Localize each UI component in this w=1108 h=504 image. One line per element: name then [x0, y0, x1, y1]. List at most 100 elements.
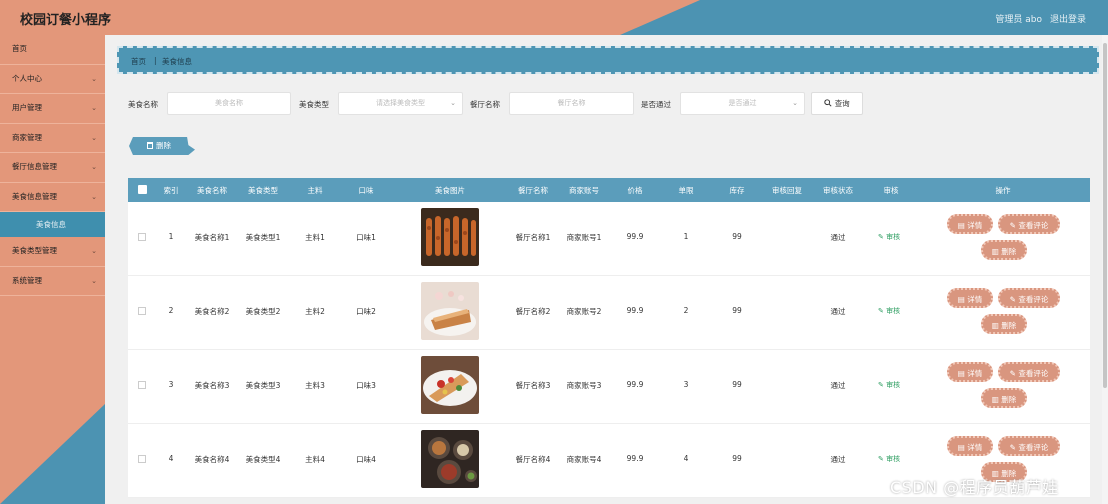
trash-icon: [147, 142, 153, 149]
sidebar-item-user-management[interactable]: 用户管理 ⌄: [0, 94, 105, 124]
sidebar-subitem-food-info[interactable]: 美食信息: [0, 212, 105, 237]
scrollbar-thumb[interactable]: [1103, 43, 1107, 388]
detail-button[interactable]: ▤ 详情: [947, 288, 993, 308]
chevron-down-icon: ⌄: [91, 276, 97, 285]
audit-link[interactable]: ✎ 审核: [878, 454, 900, 464]
food-type-placeholder: 请选择美食类型: [376, 99, 425, 107]
search-button-label: 查询: [834, 99, 850, 108]
cell-audit-status: 通过: [830, 307, 846, 316]
approved-select[interactable]: 是否通过 ⌄: [680, 92, 805, 115]
cell-limit: 2: [683, 306, 689, 315]
detail-button[interactable]: ▤ 详情: [947, 214, 993, 234]
row-checkbox[interactable]: [138, 381, 146, 389]
delete-button[interactable]: ▥ 删除: [981, 314, 1027, 334]
audit-link-label: 审核: [886, 381, 901, 389]
food-image: [421, 282, 479, 340]
sidebar-item-food-type-management[interactable]: 美食类型管理 ⌄: [0, 237, 105, 267]
cell-index: 2: [168, 306, 174, 315]
breadcrumb: 首页 | 美食信息: [117, 46, 1099, 74]
select-all-checkbox[interactable]: [138, 185, 147, 194]
audit-link[interactable]: ✎ 审核: [878, 306, 900, 316]
food-image: [421, 356, 479, 414]
col-index: 索引: [163, 186, 179, 195]
audit-link-label: 审核: [886, 307, 901, 315]
sidebar-item-label: 个人中心: [12, 73, 42, 83]
delete-button[interactable]: ▥ 删除: [981, 240, 1027, 260]
batch-delete-label: 删除: [156, 141, 171, 150]
sidebar-item-label: 系统管理: [12, 275, 42, 285]
view-comments-button[interactable]: ✎ 查看评论: [998, 288, 1060, 308]
vertical-scrollbar[interactable]: [1102, 35, 1108, 504]
view-comments-label: 查看评论: [1018, 369, 1049, 378]
restaurant-name-input[interactable]: 餐厅名称: [509, 92, 634, 115]
edit-icon: ✎: [1009, 369, 1016, 378]
approved-placeholder: 是否通过: [728, 99, 757, 107]
sidebar-item-merchant-management[interactable]: 商家管理 ⌄: [0, 124, 105, 153]
col-merchant-account: 商家账号: [569, 186, 599, 195]
sidebar-item-system-management[interactable]: 系统管理 ⌄: [0, 267, 105, 296]
document-icon: ▤: [957, 295, 965, 304]
cell-restaurant-name: 餐厅名称4: [515, 455, 551, 464]
sidebar-item-label: 首页: [12, 44, 27, 53]
food-table: 索引 美食名称 美食类型 主料 口味 美食图片 餐厅名称 商家账号 价格 单限 …: [128, 178, 1090, 498]
cell-stock: 99: [732, 454, 742, 463]
cell-index: 3: [168, 380, 174, 389]
document-icon: ▤: [957, 443, 965, 452]
row-checkbox[interactable]: [138, 455, 146, 463]
detail-button-label: 详情: [967, 295, 983, 304]
watermark: CSDN @程序员葫芦娃: [890, 478, 1059, 497]
batch-delete-button[interactable]: 删除: [129, 137, 195, 155]
view-comments-label: 查看评论: [1018, 221, 1049, 230]
sidebar-item-personal-center[interactable]: 个人中心 ⌄: [0, 65, 105, 94]
cell-food-type: 美食类型4: [245, 455, 281, 464]
audit-link[interactable]: ✎ 审核: [878, 380, 900, 390]
cell-restaurant-name: 餐厅名称2: [515, 307, 551, 316]
delete-button[interactable]: ▥ 删除: [981, 388, 1027, 408]
sidebar-item-home[interactable]: 首页: [0, 35, 105, 65]
detail-button[interactable]: ▤ 详情: [947, 362, 993, 382]
cell-merchant-account: 商家账号2: [566, 307, 602, 316]
sidebar-item-restaurant-management[interactable]: 餐厅信息管理 ⌄: [0, 153, 105, 183]
audit-link-label: 审核: [886, 233, 901, 241]
breadcrumb-home[interactable]: 首页: [131, 56, 146, 67]
cell-taste: 口味3: [356, 381, 376, 390]
col-price: 价格: [627, 186, 643, 195]
food-type-label: 美食类型: [299, 100, 329, 109]
cell-main-ingredient: 主料3: [305, 381, 325, 390]
sidebar-item-label: 用户管理: [12, 103, 42, 112]
logout-link[interactable]: 退出登录: [1050, 12, 1086, 25]
header-decoration: [620, 0, 1108, 35]
approved-label: 是否通过: [641, 100, 671, 109]
view-comments-button[interactable]: ✎ 查看评论: [998, 214, 1060, 234]
main-content: 首页 | 美食信息 美食名称 美食名称 美食类型 请选择美食类型 ⌄ 餐厅名称 …: [105, 35, 1108, 504]
cell-merchant-account: 商家账号1: [566, 233, 602, 242]
trash-icon: ▥: [991, 395, 999, 404]
trash-icon: ▥: [991, 321, 999, 330]
col-stock: 库存: [729, 186, 745, 195]
col-main-ingredient: 主料: [307, 186, 323, 195]
row-checkbox[interactable]: [138, 307, 146, 315]
cell-food-type: 美食类型3: [245, 381, 281, 390]
table-row: 3 美食名称3 美食类型3 主料3 口味3 餐厅名称3 商家账号3 99.9 3…: [128, 350, 1090, 424]
food-name-input[interactable]: 美食名称: [167, 92, 291, 115]
cell-restaurant-name: 餐厅名称3: [515, 381, 551, 390]
chevron-down-icon: ⌄: [91, 104, 97, 112]
view-comments-button[interactable]: ✎ 查看评论: [998, 436, 1060, 456]
delete-button-label: 删除: [1001, 321, 1017, 330]
col-audit-reply: 审核回复: [772, 186, 802, 195]
row-checkbox[interactable]: [138, 233, 146, 241]
col-food-type: 美食类型: [248, 186, 278, 195]
cell-food-name: 美食名称2: [194, 307, 230, 316]
search-button[interactable]: 查询: [811, 92, 863, 115]
audit-link[interactable]: ✎ 审核: [878, 232, 900, 242]
sidebar-item-label: 美食信息管理: [12, 191, 57, 201]
col-limit: 单限: [678, 186, 694, 195]
detail-button[interactable]: ▤ 详情: [947, 436, 993, 456]
view-comments-button[interactable]: ✎ 查看评论: [998, 362, 1060, 382]
cell-limit: 3: [683, 380, 689, 389]
cell-audit-status: 通过: [830, 455, 846, 464]
food-type-select[interactable]: 请选择美食类型 ⌄: [338, 92, 463, 115]
sidebar-item-food-management[interactable]: 美食信息管理 ⌄: [0, 183, 105, 212]
audit-link-label: 审核: [886, 455, 901, 463]
breadcrumb-separator: |: [154, 56, 157, 65]
